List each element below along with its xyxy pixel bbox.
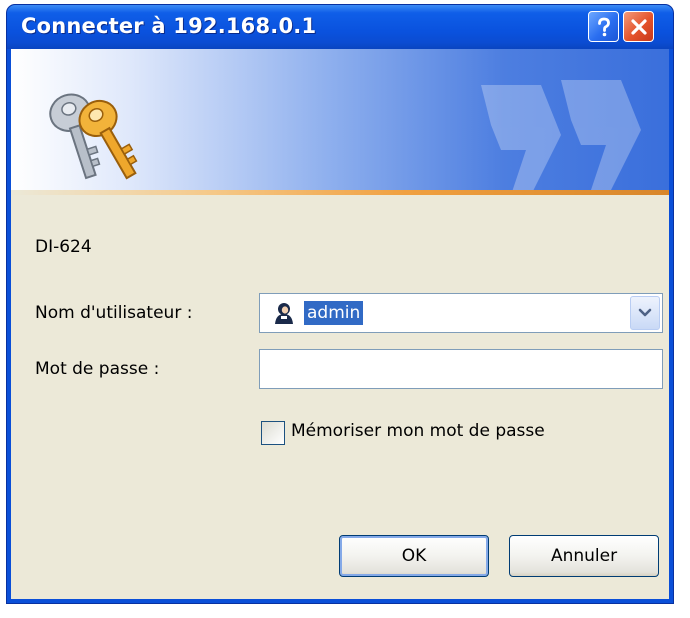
remember-password-label[interactable]: Mémoriser mon mot de passe [291,421,545,441]
remember-password-checkbox[interactable] [261,421,285,445]
dropdown-button[interactable] [630,296,660,330]
user-icon [275,303,293,324]
close-icon [630,18,647,35]
help-button[interactable] [588,11,619,42]
help-icon [597,17,610,36]
title-bar[interactable]: Connecter à 192.168.0.1 [7,5,673,49]
device-name: DI-624 [35,237,92,257]
username-value[interactable]: admin [304,301,364,325]
username-label: Nom d'utilisateur : [35,303,193,323]
watermark-keys-icon [481,80,641,195]
password-label: Mot de passe : [35,359,160,379]
keys-icon [49,93,138,180]
ok-button[interactable]: OK [339,535,489,577]
username-combobox[interactable]: admin [259,293,663,333]
dialog-body: DI-624 Nom d'utilisateur : admin Mot de … [11,49,669,599]
banner [11,49,669,195]
chevron-down-icon [638,308,652,317]
banner-stripe [11,190,669,195]
password-input[interactable] [259,349,663,389]
cancel-button[interactable]: Annuler [509,535,659,577]
close-button[interactable] [623,11,654,42]
login-dialog: Connecter à 192.168.0.1 DI-624 Nom d'uti… [6,4,674,604]
window-title: Connecter à 192.168.0.1 [21,14,317,38]
